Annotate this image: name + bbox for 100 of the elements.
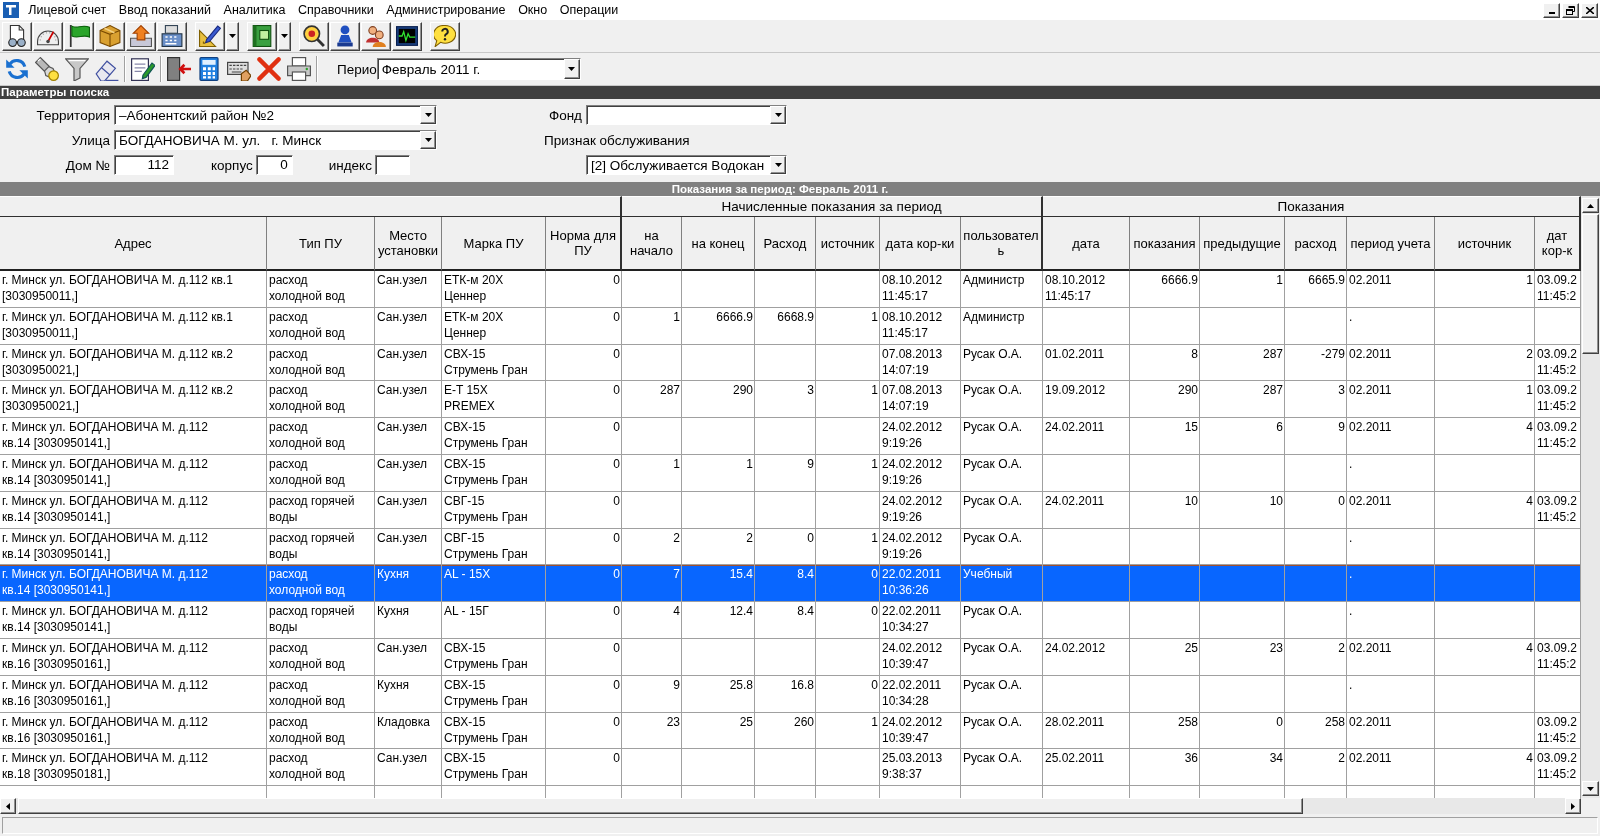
scroll-thumb[interactable] — [18, 798, 1303, 814]
close-button[interactable] — [1581, 2, 1598, 18]
flashlight-icon[interactable] — [35, 57, 59, 81]
menu-item[interactable]: Администрирование — [380, 1, 512, 19]
scroll-down-button[interactable] — [1582, 781, 1599, 796]
street-dropdown[interactable]: БОГДАНОВИЧА М. ул. г. Минск — [114, 130, 437, 150]
table-row[interactable]: г. Минск ул. БОГДАНОВИЧА М. д.112 кв.14 [3030950141,] расход холодной вод Сан.узел СВХ-15 Струмень Гран 0 24.02.2012 9:19:26 Русак О.А. 24.02.2011 15 6 9 02.2011 4 03.09.2 11:45:2 — [0, 418, 1581, 455]
menu-item[interactable]: Операции — [553, 1, 625, 19]
column-header[interactable]: Адрес — [0, 217, 267, 271]
dropdown-button[interactable] — [278, 21, 291, 51]
column-header[interactable]: Марка ПУ — [442, 217, 546, 271]
table-row[interactable]: г. Минск ул. БОГДАНОВИЧА М. д.112 кв.16 [3030950161,] расход холодной вод Сан.узел СВХ-15 Струмень Гран 0 24.02.2012 10:39:47 Русак О.А. 24.02.2012 25 23 2 02.2011 4 03.09.2 11:45:2 — [0, 638, 1581, 676]
table-cell: 23 — [1200, 638, 1285, 676]
scroll-thumb[interactable] — [1582, 214, 1599, 354]
column-header[interactable]: Тип ПУ — [267, 217, 375, 271]
dropdown-arrow-button[interactable] — [420, 106, 436, 124]
menu-item[interactable]: Аналитика — [217, 1, 292, 19]
table-row[interactable]: г. Минск ул. БОГДАНОВИЧА М. д.112 кв.16 [3030950161,] расход холодной вод Кладовка СВХ-15 Струмень Гран 0 23 25 260 1 24.02.2012 10:39:47 Русак О.А. 28.02.2011 258 0 258 02.2011 03.09.2 11:45:2 — [0, 712, 1581, 750]
toolbar-button[interactable] — [392, 21, 422, 51]
toolbar-button[interactable] — [361, 21, 391, 51]
table-cell: СВХ-15 Струмень Гран — [442, 638, 546, 676]
territory-dropdown[interactable]: –Абонентский район №2 — [114, 105, 437, 125]
dropdown-button[interactable] — [226, 21, 239, 51]
table-cell: 0 — [546, 602, 622, 639]
column-header[interactable]: период учета — [1347, 217, 1435, 271]
table-row[interactable]: г. Минск ул. БОГДАНОВИЧА М. д.112 кв.18 [3030950181,] расход холодной вод Сан.узел СВХ-15 Струмень Гран 0 25.03.2013 9:38:37 Русак О.А. 25.02.2011 36 34 2 02.2011 4 03.09.2 11:45:2 — [0, 749, 1581, 787]
column-header[interactable]: Расход — [755, 217, 816, 271]
column-header[interactable]: Норма для ПУ — [546, 217, 622, 271]
postcode-field[interactable] — [374, 155, 410, 175]
table-row[interactable]: г. Минск ул. БОГДАНОВИЧА М. д.112 кв.2 [3030950021,] расход холодной вод Сан.узел E-T 15Х PREMEX 0 287 290 3 1 07.08.2013 14:07:19 Русак О.А. 19.09.2012 290 287 3 02.2011 1 03.09.2 11:45:2 — [0, 381, 1581, 419]
column-header[interactable]: дат кор-к — [1535, 217, 1581, 271]
toolbar-button[interactable] — [64, 21, 94, 51]
cross-icon[interactable] — [257, 57, 281, 81]
table-row[interactable]: г. Минск ул. БОГДАНОВИЧА М. д.112 кв.14 [3030950141,] расход холодной вод Кухня AL - 15Х 0 7 15.4 8.4 0 22.02.2011 10:36:26 Учебный . — [0, 565, 1581, 603]
scroll-right-button[interactable] — [1565, 798, 1581, 814]
toolbar-button[interactable] — [299, 21, 329, 51]
table-cell: 6666.9 — [1130, 271, 1200, 308]
toolbar-button[interactable] — [430, 21, 460, 51]
column-header[interactable]: источник — [816, 217, 880, 271]
table-cell: 6668.9 — [755, 307, 816, 345]
table-cell: . — [1347, 455, 1435, 492]
door-arrow-icon[interactable] — [167, 57, 191, 81]
toolbar-button[interactable] — [126, 21, 156, 51]
scroll-up-button[interactable] — [1582, 198, 1599, 213]
table-row[interactable]: г. Минск ул. БОГДАНОВИЧА М. д.112 кв.14 [3030950141,] расход горячей воды Сан.узел СВГ-15 Струмень Гран 0 24.02.2012 9:19:26 Русак О.А. 24.02.2011 10 10 0 02.2011 4 03.09.2 11:45:2 — [0, 491, 1581, 529]
house-number-field[interactable]: 112 — [114, 155, 174, 175]
dropdown-arrow-button[interactable] — [563, 59, 580, 79]
table-cell: 25 — [1130, 638, 1200, 676]
column-header[interactable]: Место установки — [375, 217, 442, 271]
toolbar-button[interactable] — [247, 21, 277, 51]
column-header[interactable]: дата кор-ки — [880, 217, 961, 271]
toolbar-button[interactable] — [330, 21, 360, 51]
table-row[interactable]: г. Минск ул. БОГДАНОВИЧА М. д.112 кв.1 [3030950011,] расход холодной вод Сан.узел ЕТК-м 20Х Ценнер 0 08.10.2012 11:45:17 Администр 08.10.2012 11:45:17 6666.9 1 6665.9 02.2011 1 03.09.2 11:45:2 — [0, 271, 1581, 308]
dropdown-arrow-button[interactable] — [420, 131, 436, 149]
notepad-pencil-icon[interactable] — [131, 57, 155, 81]
menu-item[interactable]: Окно — [511, 1, 554, 19]
table-cell: 1 — [622, 455, 682, 492]
table-cell: AL - 15Г — [442, 602, 546, 639]
funnel-icon[interactable] — [65, 57, 89, 81]
table-cell: СВХ-15 Струмень Гран — [442, 675, 546, 713]
vertical-scrollbar[interactable] — [1581, 196, 1600, 798]
toolbar-button[interactable] — [2, 21, 32, 51]
column-header[interactable]: на начало — [622, 217, 682, 271]
printer-icon[interactable] — [287, 57, 311, 81]
period-dropdown[interactable]: Февраль 2011 г. — [376, 58, 581, 80]
column-header[interactable]: показания — [1130, 217, 1200, 271]
table-row[interactable]: г. Минск ул. БОГДАНОВИЧА М. д.112 кв.14 [3030950141,] расход холодной вод Сан.узел СВХ-15 Струмень Гран 0 1 1 9 1 24.02.2012 9:19:26 Русак О.А. . — [0, 455, 1581, 492]
toolbar-button[interactable] — [95, 21, 125, 51]
table-row[interactable]: г. Минск ул. БОГДАНОВИЧА М. д.112 кв.14 [3030950141,] расход горячей воды Сан.узел СВГ-15 Струмень Гран 0 2 2 0 1 24.02.2012 9:19:26 Русак О.А. . — [0, 528, 1581, 566]
menu-item[interactable]: Справочники — [291, 1, 381, 19]
table-row[interactable]: г. Минск ул. БОГДАНОВИЧА М. д.112 кв.14 [3030950141,] расход горячей воды Кухня AL - 15Г 0 4 12.4 8.4 0 22.02.2011 10:34:27 Русак О.А. . — [0, 602, 1581, 639]
minimize-button[interactable] — [1543, 2, 1560, 18]
table-cell: СВХ-15 Струмень Гран — [442, 455, 546, 492]
field-label: индекс — [328, 157, 372, 173]
table-row[interactable]: г. Минск ул. БОГДАНОВИЧА М. д.112 кв.1 [3030950011,] расход холодной вод Сан.узел ЕТК-м 20Х Ценнер 0 1 6666.9 6668.9 1 08.10.2012 11:45:17 Администр . — [0, 307, 1581, 345]
table-cell: 4 — [1435, 491, 1535, 529]
building-field[interactable]: 0 — [255, 155, 293, 175]
toolbar-button[interactable] — [33, 21, 63, 51]
horizontal-scrollbar[interactable] — [0, 798, 1581, 814]
dropdown-arrow-button[interactable] — [770, 156, 786, 174]
dropdown-arrow-button[interactable] — [770, 106, 786, 124]
column-header[interactable]: источник — [1435, 217, 1535, 271]
toolbar-button[interactable] — [157, 21, 187, 51]
refresh-icon[interactable] — [5, 57, 29, 81]
table-row[interactable]: г. Минск ул. БОГДАНОВИЧА М. д.112 кв.2 [3030950021,] расход холодной вод Сан.узел СВХ-15 Струмень Гран 0 07.08.2013 14:07:19 Русак О.А. 01.02.2011 8 287 -279 02.2011 2 03.09.2 11:45:2 — [0, 344, 1581, 382]
column-header[interactable]: расход — [1285, 217, 1347, 271]
service-dropdown[interactable]: [2] Обслуживается Водокан — [586, 155, 787, 175]
toolbar-button[interactable] — [195, 21, 225, 51]
column-header[interactable]: дата — [1043, 217, 1130, 271]
column-header[interactable]: на конец — [682, 217, 755, 271]
menu-item[interactable]: Ввод показаний — [112, 1, 218, 19]
menu-item[interactable]: Лицевой счет — [22, 1, 113, 19]
table-row[interactable]: г. Минск ул. БОГДАНОВИЧА М. д.112 кв.16 [3030950161,] расход холодной вод Кухня СВХ-15 Струмень Гран 0 9 25.8 16.8 0 22.02.2011 10:34:28 Русак О.А. . — [0, 675, 1581, 713]
restore-button[interactable] — [1562, 2, 1579, 18]
fund-dropdown[interactable] — [586, 105, 787, 125]
calculator-icon[interactable] — [197, 57, 221, 81]
column-header[interactable]: предыдущие — [1200, 217, 1285, 271]
scroll-left-button[interactable] — [0, 798, 16, 814]
column-header[interactable]: пользователь — [961, 217, 1043, 271]
table-cell: 24.02.2012 9:19:26 — [880, 455, 961, 492]
